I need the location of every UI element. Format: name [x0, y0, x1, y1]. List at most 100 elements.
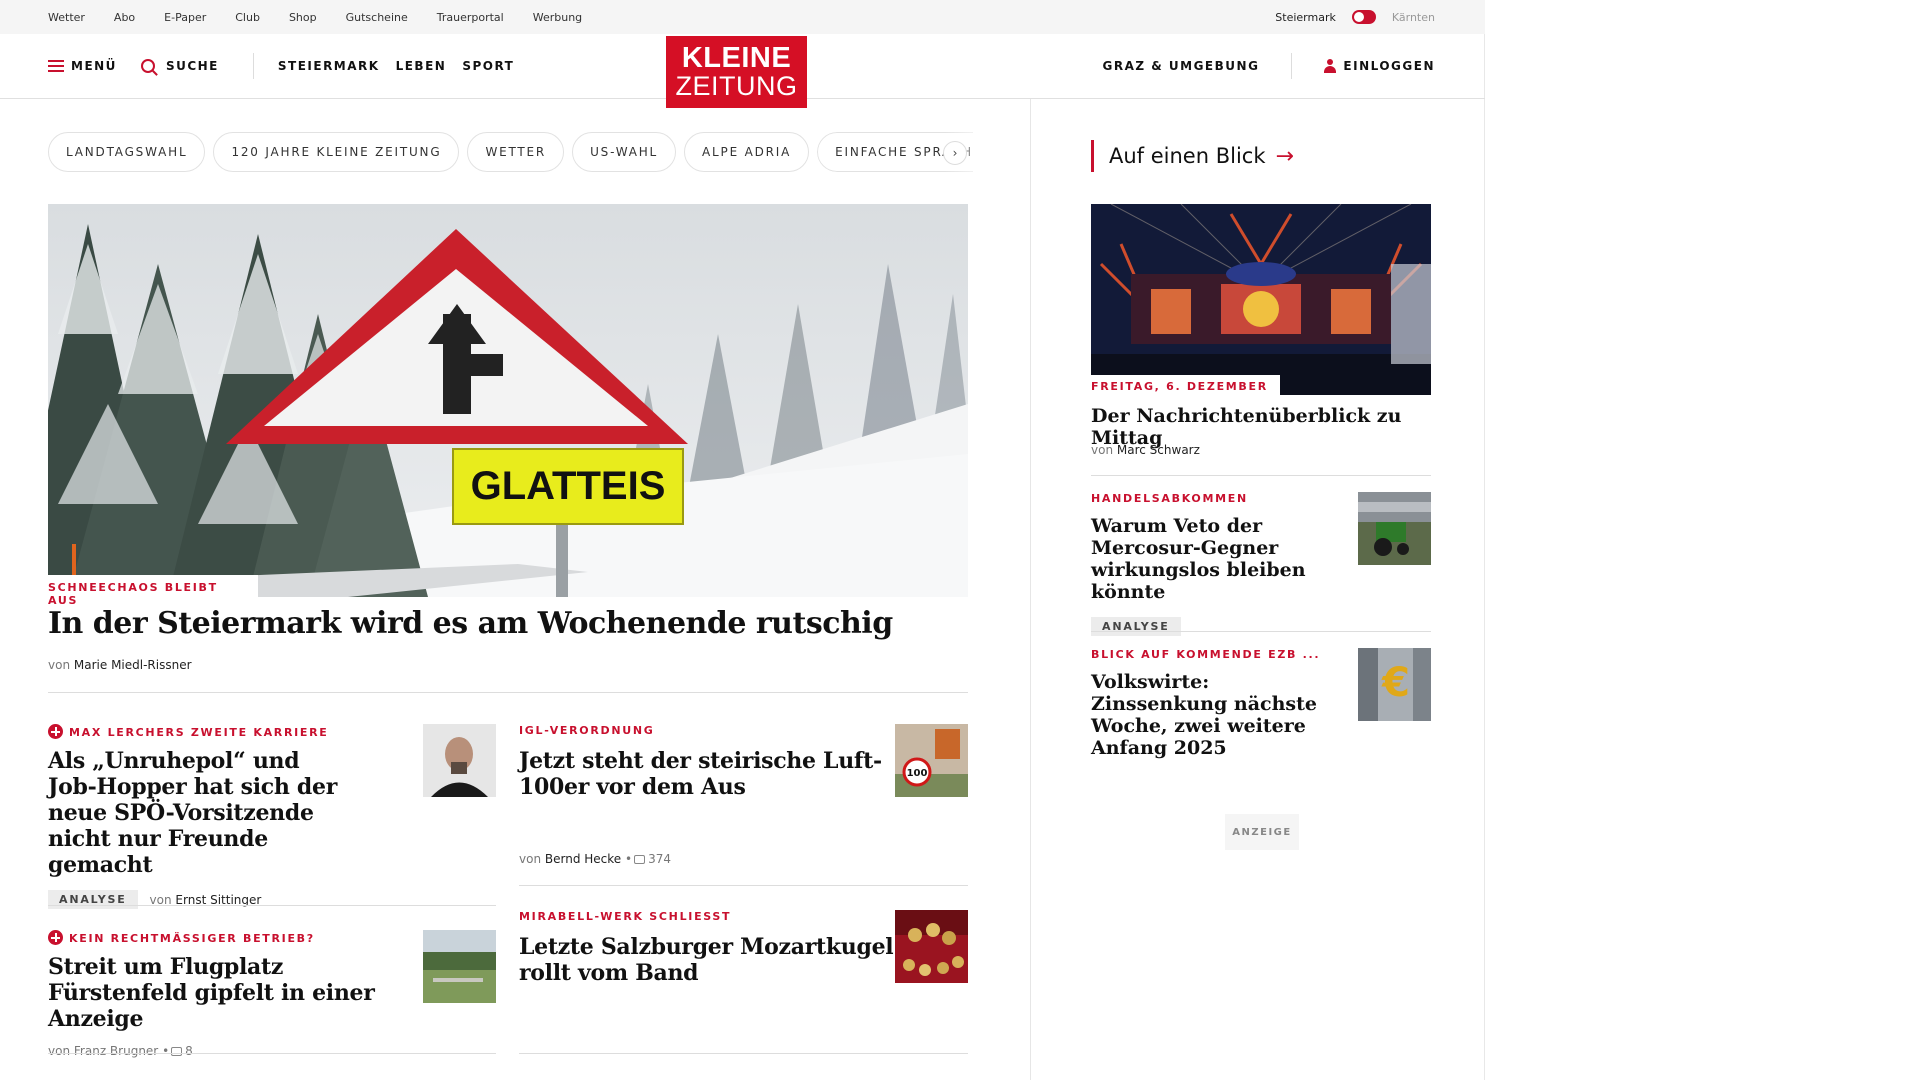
logo-line1: KLEINE [681, 42, 792, 74]
chevron-right-icon[interactable]: › [943, 141, 967, 165]
comment-count[interactable]: 8 [185, 1044, 193, 1058]
plus-icon [48, 930, 63, 945]
topic-pill[interactable]: ALPE ADRIA [684, 132, 810, 172]
menu-label: MENÜ [71, 59, 117, 73]
utility-bar: Wetter Abo E-Paper Club Shop Gutscheine … [0, 0, 1485, 34]
ad-label: ANZEIGE [1225, 814, 1299, 850]
article-title[interactable]: Letzte Salzburger Mozartkugel rollt vom … [519, 934, 899, 986]
utility-link-werbung[interactable]: Werbung [533, 11, 582, 24]
site-logo[interactable]: KLEINE ZEITUNG [666, 36, 807, 108]
sign-text: GLATTEIS [471, 464, 666, 508]
header-divider [1291, 53, 1293, 79]
page: Wetter Abo E-Paper Club Shop Gutscheine … [0, 0, 1485, 1080]
glatteis-sign-photo: GLATTEIS [48, 204, 968, 597]
divider [1091, 631, 1431, 632]
utility-link-trauerportal[interactable]: Trauerportal [437, 11, 504, 24]
article-card[interactable]: MIRABELL-WERK SCHLIESST Letzte Salzburge… [519, 910, 899, 986]
sidebar-title[interactable]: Volkswirte: Zinssenkung nächste Woche, z… [1091, 671, 1351, 759]
utility-link-epaper[interactable]: E-Paper [164, 11, 206, 24]
topic-pill[interactable]: US-WAHL [572, 132, 677, 172]
comment-count[interactable]: 374 [648, 852, 671, 866]
utility-link-gutscheine[interactable]: Gutscheine [346, 11, 408, 24]
login-button[interactable]: EINLOGGEN [1324, 59, 1435, 73]
utility-links: Wetter Abo E-Paper Club Shop Gutscheine … [48, 0, 582, 34]
divider [48, 905, 496, 906]
article-title[interactable]: Jetzt steht der steirische Luft-100er vo… [519, 748, 899, 800]
feature-author[interactable]: Marc Schwarz [1117, 443, 1200, 457]
hero-title[interactable]: In der Steiermark wird es am Wochenende … [48, 606, 893, 641]
plus-icon [48, 724, 63, 739]
sidebar-article[interactable]: HANDELSABKOMMEN Warum Veto der Mercosur-… [1091, 492, 1351, 636]
blick-title: Auf einen Blick [1109, 144, 1266, 168]
utility-link-abo[interactable]: Abo [114, 11, 135, 24]
region-kaernten[interactable]: Kärnten [1392, 11, 1435, 24]
utility-link-club[interactable]: Club [235, 11, 260, 24]
utility-link-wetter[interactable]: Wetter [48, 11, 85, 24]
sidebar-title[interactable]: Warum Veto der Mercosur-Gegner wirkungsl… [1091, 515, 1351, 603]
auf-einen-blick-heading[interactable]: Auf einen Blick → [1091, 140, 1294, 172]
topic-pill[interactable]: LANDTAGSWAHL [48, 132, 206, 172]
article-thumbnail[interactable] [423, 930, 496, 1003]
divider [519, 1053, 968, 1054]
mozartkugel-photo [895, 910, 968, 983]
user-icon [1324, 59, 1337, 73]
article-byline: von Bernd Hecke • 374 [519, 852, 671, 866]
article-card[interactable]: MAX LERCHERS ZWEITE KARRIERE Als „Unruhe… [48, 724, 338, 909]
hamburger-icon [48, 60, 64, 72]
search-icon [140, 59, 155, 73]
menu-button[interactable]: MENÜ [48, 59, 117, 73]
search-button[interactable]: SUCHE [140, 59, 219, 73]
analyse-tag: ANALYSE [1091, 617, 1181, 636]
feature-kicker: FREITAG, 6. DEZEMBER [1091, 375, 1280, 397]
svg-text:€: € [1381, 660, 1410, 706]
article-thumbnail[interactable] [423, 724, 496, 797]
utility-link-shop[interactable]: Shop [289, 11, 317, 24]
region-steiermark[interactable]: Steiermark [1275, 11, 1336, 24]
article-kicker: MIRABELL-WERK SCHLIESST [519, 910, 732, 923]
article-byline: von Franz Brugner • 8 [48, 1044, 193, 1058]
article-kicker: MAX LERCHERS ZWEITE KARRIERE [48, 724, 338, 739]
column-divider [1030, 99, 1031, 1080]
topic-pill[interactable]: 120 JAHRE KLEINE ZEITUNG [213, 132, 460, 172]
article-title[interactable]: Streit um Flugplatz Fürstenfeld gipfelt … [48, 954, 418, 1032]
speed-sign-photo: 100 [895, 724, 968, 797]
airfield-photo [423, 930, 496, 1003]
nav-leben[interactable]: LEBEN [396, 59, 447, 73]
article-meta: ANALYSE von Ernst Sittinger [48, 890, 338, 909]
byline-prefix: von [48, 658, 71, 672]
divider [48, 1053, 496, 1054]
article-thumbnail[interactable] [895, 910, 968, 983]
analyse-tag: ANALYSE [48, 890, 138, 909]
feature-byline: von Marc Schwarz [1091, 443, 1200, 457]
article-card[interactable]: KEIN RECHTMÄSSIGER BETRIEB? Streit um Fl… [48, 930, 418, 1058]
sidebar-article[interactable]: BLICK AUF KOMMENDE EZB ... Volkswirte: Z… [1091, 648, 1351, 759]
divider [1091, 475, 1431, 476]
article-kicker: KEIN RECHTMÄSSIGER BETRIEB? [48, 930, 418, 945]
hero-image[interactable]: GLATTEIS [48, 204, 968, 597]
hero-author[interactable]: Marie Miedl-Rissner [74, 658, 192, 672]
euro-sculpture-photo: € [1358, 648, 1431, 721]
divider [519, 885, 968, 886]
nav-graz-umgebung[interactable]: GRAZ & UMGEBUNG [1103, 59, 1260, 73]
header-nav-left: MENÜ SUCHE STEIERMARK LEBEN SPORT [48, 34, 514, 98]
feature-image[interactable] [1091, 204, 1431, 395]
nav-steiermark[interactable]: STEIERMARK [278, 59, 380, 73]
svg-text:100: 100 [907, 768, 928, 779]
article-thumbnail[interactable]: 100 [895, 724, 968, 797]
portrait-photo [423, 724, 496, 797]
article-card[interactable]: IGL-VERORDNUNG Jetzt steht der steirisch… [519, 724, 899, 800]
search-label: SUCHE [165, 59, 219, 73]
region-toggle[interactable] [1351, 10, 1376, 24]
sidebar-thumbnail[interactable]: € [1358, 648, 1431, 721]
sidebar-thumbnail[interactable] [1358, 492, 1431, 565]
topic-pill[interactable]: WETTER [467, 132, 565, 172]
hero-byline: von Marie Miedl-Rissner [48, 658, 192, 672]
article-title[interactable]: Als „Unruhepol“ und Job-Hopper hat sich … [48, 748, 338, 878]
nav-sport[interactable]: SPORT [462, 59, 514, 73]
login-label: EINLOGGEN [1343, 59, 1435, 73]
region-switch: Steiermark Kärnten [1275, 0, 1435, 34]
topic-bar: LANDTAGSWAHL 120 JAHRE KLEINE ZEITUNG WE… [48, 132, 973, 172]
comment-icon [171, 1047, 183, 1056]
sidebar-kicker: BLICK AUF KOMMENDE EZB ... [1091, 648, 1321, 661]
header-nav-right: GRAZ & UMGEBUNG EINLOGGEN [1103, 34, 1436, 98]
